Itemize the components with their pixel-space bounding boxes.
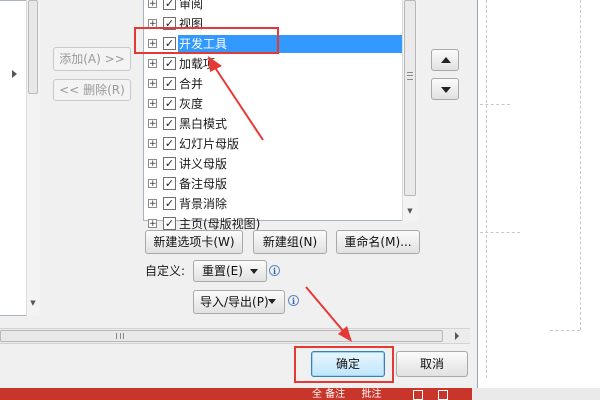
tab-checkbox[interactable]: ✓ xyxy=(163,217,176,230)
rename-button[interactable]: 重命名(M)... xyxy=(336,230,420,254)
move-up-button[interactable] xyxy=(431,49,459,71)
ribbon-tab-label: 背景消除 xyxy=(179,197,228,211)
cancel-button[interactable]: 取消 xyxy=(396,351,468,377)
ribbon-tab-item[interactable]: + ✓ 合并 xyxy=(143,74,403,94)
chevron-down-icon xyxy=(250,269,258,274)
ribbon-tab-label: 审阅 xyxy=(179,0,204,11)
tab-checkbox[interactable]: ✓ xyxy=(163,137,176,150)
reset-dropdown-button[interactable]: 重置(E) xyxy=(193,260,267,282)
plus-expander-icon[interactable]: + xyxy=(148,159,157,169)
ribbon-tabs-scroll-thumb[interactable] xyxy=(404,0,416,196)
background-guide-line xyxy=(550,330,580,331)
tab-checkbox[interactable]: ✓ xyxy=(163,177,176,190)
scroll-right-icon[interactable] xyxy=(455,332,459,340)
ribbon-tab-label: 合并 xyxy=(179,77,204,91)
plus-expander-icon[interactable]: + xyxy=(148,79,157,89)
ribbon-tab-label: 讲义母版 xyxy=(179,157,228,171)
background-guide-line xyxy=(580,0,581,330)
plus-expander-icon[interactable]: + xyxy=(148,179,157,189)
tab-checkbox[interactable]: ✓ xyxy=(163,57,176,70)
chevron-down-icon xyxy=(268,299,276,304)
background-document-area xyxy=(478,0,600,388)
normal-view-icon[interactable] xyxy=(413,390,423,400)
ribbon-tab-item[interactable]: + ✓ 灰度 xyxy=(143,94,403,114)
new-group-button[interactable]: 新建组(N) xyxy=(253,230,327,254)
import-export-dropdown-button[interactable]: 导入/导出(P) xyxy=(193,290,285,314)
tab-checkbox[interactable]: ✓ xyxy=(163,157,176,170)
horizontal-scroll-thumb[interactable] xyxy=(0,330,443,342)
ribbon-tab-item[interactable]: + ✓ 审阅 xyxy=(143,0,403,14)
add-button[interactable]: 添加(A) >> xyxy=(53,47,131,71)
background-guide-line xyxy=(480,232,520,233)
move-down-button[interactable] xyxy=(431,78,459,100)
commands-list-scroll-thumb[interactable] xyxy=(28,0,38,94)
scroll-down-icon[interactable]: ▼ xyxy=(28,298,38,308)
ribbon-tab-label: 备注母版 xyxy=(179,177,228,191)
ribbon-tab-item[interactable]: + ✓ 备注母版 xyxy=(143,174,403,194)
triangle-up-icon xyxy=(441,57,451,63)
remove-button[interactable]: << 删除(R) xyxy=(53,79,131,101)
plus-expander-icon[interactable]: + xyxy=(148,199,157,209)
customize-label: 自定义: xyxy=(145,264,186,278)
ribbon-tab-label: 黑白模式 xyxy=(179,117,228,131)
new-tab-button[interactable]: 新建选项卡(W) xyxy=(145,230,243,254)
background-guide-line xyxy=(480,104,510,105)
reset-button-label: 重置(E) xyxy=(202,264,243,278)
ribbon-tab-item[interactable]: + ✓ 背景消除 xyxy=(143,194,403,214)
info-icon[interactable]: i xyxy=(269,265,280,276)
import-export-button-label: 导入/导出(P) xyxy=(200,295,269,309)
status-bar-view-area xyxy=(472,388,600,400)
plus-expander-icon[interactable]: + xyxy=(148,99,157,109)
ribbon-tab-label: 幻灯片母版 xyxy=(179,137,240,151)
plus-expander-icon[interactable]: + xyxy=(148,219,157,229)
plus-expander-icon[interactable]: + xyxy=(148,139,157,149)
tab-checkbox[interactable]: ✓ xyxy=(163,197,176,210)
expand-arrow-icon[interactable] xyxy=(12,70,17,78)
plus-expander-icon[interactable]: + xyxy=(148,59,157,69)
ribbon-tab-label: 灰度 xyxy=(179,97,204,111)
background-guide-line xyxy=(486,0,487,378)
annotation-highlight-box xyxy=(134,27,279,54)
scroll-grip-icon xyxy=(120,333,121,339)
annotation-highlight-box xyxy=(294,346,394,383)
plus-expander-icon[interactable]: + xyxy=(148,119,157,129)
ribbon-tab-item[interactable]: + ✓ 幻灯片母版 xyxy=(143,134,403,154)
tab-checkbox[interactable]: ✓ xyxy=(163,77,176,90)
status-bar-text[interactable]: 全 备注 批注 xyxy=(272,389,382,400)
tab-checkbox[interactable]: ✓ xyxy=(163,117,176,130)
ribbon-tab-item[interactable]: + ✓ 黑白模式 xyxy=(143,114,403,134)
scroll-grip-icon xyxy=(407,72,413,80)
ribbon-tab-item[interactable]: + ✓ 加载项 xyxy=(143,54,403,74)
tab-checkbox[interactable]: ✓ xyxy=(163,97,176,110)
ribbon-tab-label: 加载项 xyxy=(179,57,216,71)
tab-checkbox[interactable]: ✓ xyxy=(163,0,176,10)
scroll-grip-icon xyxy=(407,75,413,76)
plus-expander-icon[interactable]: + xyxy=(148,0,157,9)
triangle-down-icon xyxy=(441,87,451,93)
scroll-down-icon[interactable]: ▼ xyxy=(404,205,416,217)
info-icon[interactable]: i xyxy=(288,295,299,306)
sorter-view-icon[interactable] xyxy=(438,390,448,400)
ribbon-tab-item[interactable]: + ✓ 讲义母版 xyxy=(143,154,403,174)
